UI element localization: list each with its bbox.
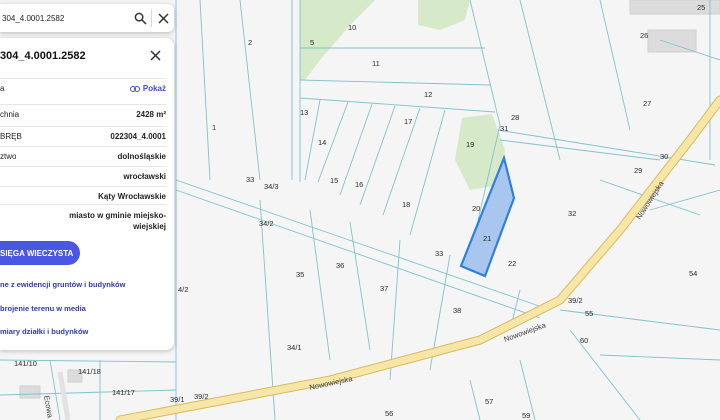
plot-number-label: 32 <box>568 209 576 218</box>
plot-number-label: 5 <box>310 38 314 47</box>
plot-number-label: 21 <box>483 234 491 243</box>
building <box>629 0 720 15</box>
plot-number-label: 20 <box>472 204 480 213</box>
plot-number-label: 26 <box>640 31 648 40</box>
plot-number-label: 38 <box>453 306 461 315</box>
plot-number-label: 27 <box>643 99 651 108</box>
plot-number-label: 59 <box>522 411 530 420</box>
info-row-area: chnia 2428 m² <box>0 104 166 125</box>
plot-number-label: 28 <box>511 113 519 122</box>
row-value: wrocławski <box>123 172 166 181</box>
info-row-type: miasto w gminie miejsko-wiejskiej <box>0 204 166 235</box>
info-row-location: a Pokaż <box>0 78 166 99</box>
plot-number-label: 35 <box>296 270 304 279</box>
plot-number-label: 36 <box>336 261 344 270</box>
plot-number-label: 14 <box>318 138 326 147</box>
plot-number-label: 55 <box>585 309 593 318</box>
plot-number-label: 30 <box>660 152 668 161</box>
info-row-voivodeship: ztwo dolnośląskie <box>0 146 166 167</box>
row-label: a <box>0 84 5 93</box>
show-link[interactable]: Pokaż <box>129 84 166 93</box>
building <box>647 29 697 53</box>
plot-number-label: 22 <box>508 259 516 268</box>
row-value: dolnośląskie <box>117 152 166 161</box>
plot-number-label: 54 <box>689 269 697 278</box>
row-value: Kąty Wrocławskie <box>98 192 166 201</box>
building <box>19 385 41 399</box>
plot-number-label: 57 <box>485 397 493 406</box>
plot-number-label: 25 <box>697 3 705 12</box>
plot-number-label: 56 <box>385 409 393 418</box>
close-panel-icon[interactable] <box>150 48 166 64</box>
plot-number-label: 12 <box>424 90 432 99</box>
row-value: miasto w gminie miejsko-wiejskiej <box>69 211 166 231</box>
plot-number-label: 11 <box>372 59 380 68</box>
row-value: 022304_4.0001 <box>110 132 166 141</box>
plot-number-label: 141/10 <box>14 359 37 368</box>
plot-number-label: 141/17 <box>112 388 135 397</box>
plot-number-label: 37 <box>380 284 388 293</box>
row-label: chnia <box>0 110 20 119</box>
plot-number-label: 141/18 <box>78 367 101 376</box>
plot-number-label: 19 <box>466 140 474 149</box>
plot-number-label: 60 <box>580 336 588 345</box>
plot-number-label: 17 <box>404 117 412 126</box>
link-utilities[interactable]: brojenie terenu w media <box>0 304 86 313</box>
plot-number-label: 39/2 <box>568 296 583 305</box>
info-row-county: wrocławski <box>0 166 166 187</box>
plot-number-label: 13 <box>300 108 308 117</box>
plot-number-label: 2 <box>248 38 252 47</box>
plot-number-label: 34/1 <box>287 343 302 352</box>
row-label: ztwo <box>0 152 17 161</box>
plot-number-label: 4/2 <box>178 285 188 294</box>
plot-number-label: 31 <box>500 124 508 133</box>
plot-number-label: 16 <box>355 180 363 189</box>
plot-number-label: 33 <box>435 249 443 258</box>
link-measurements[interactable]: miary działki i budynków <box>0 327 88 336</box>
close-icon[interactable] <box>152 7 174 29</box>
parcel-info-panel: 304_4.0001.2582 a Pokaż chnia 2428 m² BR… <box>0 38 174 350</box>
row-label: BRĘB <box>0 132 22 141</box>
link-icon <box>129 85 140 92</box>
plot-number-label: 18 <box>402 200 410 209</box>
search-input[interactable]: 304_4.0001.2582 <box>0 14 129 23</box>
panel-title: 304_4.0001.2582 <box>0 50 86 62</box>
search-icon[interactable] <box>129 7 151 29</box>
row-value: 2428 m² <box>136 110 166 119</box>
info-row-precinct: BRĘB 022304_4.0001 <box>0 126 166 147</box>
plot-number-label: 39/1 <box>170 395 185 404</box>
plot-number-label: 29 <box>634 166 642 175</box>
link-registry-data[interactable]: ne z ewidencji gruntów i budynków <box>0 280 125 289</box>
plot-number-label: 33 <box>246 175 254 184</box>
plot-number-label: 10 <box>348 23 356 32</box>
land-register-button[interactable]: SIĘGA WIECZYSTA <box>0 241 80 265</box>
search-bar[interactable]: 304_4.0001.2582 <box>0 4 174 32</box>
plot-number-label: 1 <box>212 123 216 132</box>
plot-number-label: 15 <box>330 176 338 185</box>
plot-number-label: 34/2 <box>259 219 274 228</box>
plot-number-label: 39/2 <box>194 392 209 401</box>
plot-number-label: 34/3 <box>264 182 279 191</box>
